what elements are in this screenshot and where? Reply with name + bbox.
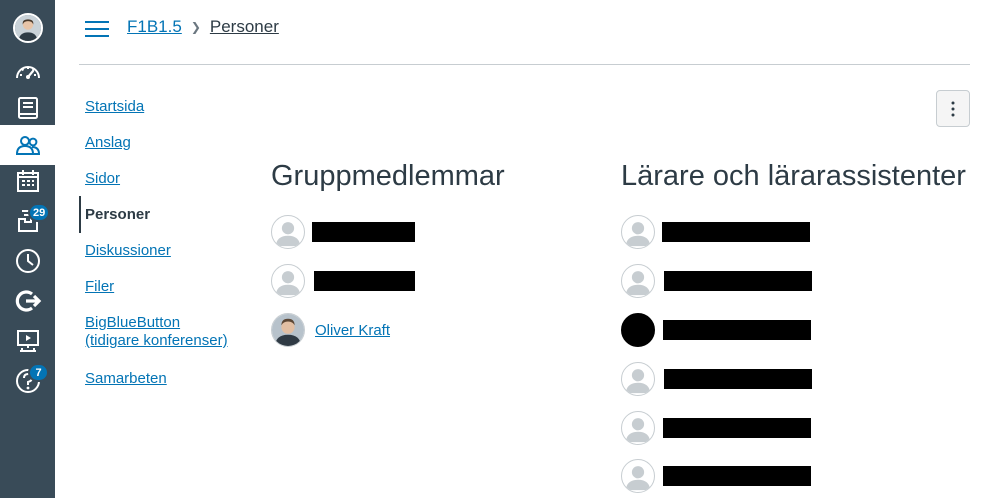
commons-icon <box>15 290 41 312</box>
chevron-right-icon: ❯ <box>190 20 201 34</box>
teacher-row <box>621 313 811 347</box>
more-options-button[interactable] <box>936 90 970 127</box>
default-avatar-icon[interactable] <box>621 362 655 396</box>
breadcrumb: F1B1.5 ❯ Personer <box>127 17 279 37</box>
teachers-heading: Lärare och lärarassistenter <box>621 160 966 192</box>
courses-button[interactable] <box>0 88 55 128</box>
global-navigation: 29 7 <box>0 0 55 498</box>
redacted-name <box>663 320 811 340</box>
default-avatar-icon[interactable] <box>621 459 655 493</box>
help-button[interactable]: 7 <box>0 361 55 401</box>
courses-icon <box>17 97 38 119</box>
redacted-name <box>664 369 812 389</box>
default-avatar-icon[interactable] <box>271 264 305 298</box>
group-members-heading: Gruppmedlemmar <box>271 160 505 192</box>
studio-button[interactable] <box>0 321 55 361</box>
redacted-name <box>663 466 811 486</box>
member-name-link[interactable]: Oliver Kraft <box>315 322 390 339</box>
history-button[interactable] <box>0 241 55 281</box>
teacher-row <box>621 362 812 396</box>
default-avatar-icon[interactable] <box>621 411 655 445</box>
redacted-name <box>663 418 811 438</box>
user-photo-avatar[interactable] <box>621 313 655 347</box>
account-avatar-icon <box>12 13 43 43</box>
help-badge: 7 <box>28 363 49 382</box>
default-avatar-icon[interactable] <box>621 264 655 298</box>
course-nav-diskussioner[interactable]: Diskussioner <box>79 242 171 260</box>
course-nav-anslag[interactable]: Anslag <box>79 134 131 152</box>
redacted-name <box>664 271 812 291</box>
group-member-row: Oliver Kraft <box>271 313 390 347</box>
teacher-row <box>621 264 812 298</box>
more-vertical-icon <box>951 101 955 116</box>
dashboard-icon <box>15 66 40 79</box>
teacher-row <box>621 215 810 249</box>
course-nav-sidor[interactable]: Sidor <box>79 170 120 188</box>
redacted-name <box>314 271 415 291</box>
inbox-unread-badge: 29 <box>28 203 51 222</box>
course-nav-startsida[interactable]: Startsida <box>79 98 144 116</box>
account-button[interactable] <box>0 8 55 48</box>
course-nav-personer[interactable]: Personer <box>79 196 150 233</box>
group-member-row <box>271 264 415 298</box>
commons-button[interactable] <box>0 281 55 321</box>
breadcrumb-course-link[interactable]: F1B1.5 <box>127 17 182 37</box>
groups-button[interactable] <box>0 125 55 165</box>
teacher-row <box>621 411 811 445</box>
course-nav-samarbeten[interactable]: Samarbeten <box>79 370 167 388</box>
teacher-row <box>621 459 811 493</box>
redacted-name <box>312 222 415 242</box>
calendar-button[interactable] <box>0 161 55 201</box>
user-photo-avatar[interactable] <box>271 313 305 347</box>
redacted-name <box>662 222 810 242</box>
calendar-icon <box>16 170 39 192</box>
default-avatar-icon[interactable] <box>271 215 305 249</box>
default-avatar-icon[interactable] <box>621 215 655 249</box>
course-nav-filer[interactable]: Filer <box>79 278 114 296</box>
breadcrumb-current: Personer <box>209 17 279 36</box>
group-member-row <box>271 215 415 249</box>
inbox-button[interactable]: 29 <box>0 201 55 241</box>
groups-icon <box>15 136 40 155</box>
course-nav-bigbluebutton[interactable]: BigBlueButton (tidigare konferenser) <box>79 314 259 350</box>
hamburger-menu-icon[interactable] <box>85 19 109 39</box>
page-header: F1B1.5 ❯ Personer <box>79 0 970 65</box>
clock-icon <box>15 249 40 273</box>
studio-icon <box>16 330 39 352</box>
dashboard-button[interactable] <box>0 52 55 92</box>
